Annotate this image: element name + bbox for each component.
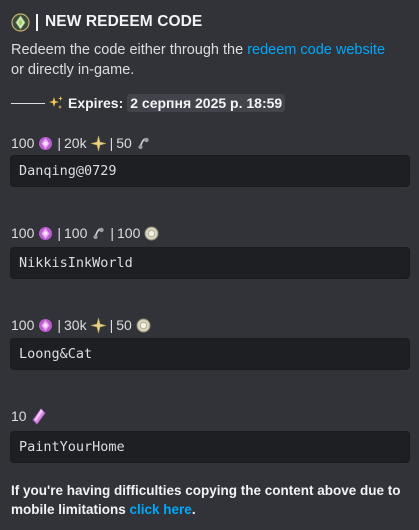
diamond-icon: [37, 225, 54, 242]
reward-amount: 100: [64, 225, 88, 241]
code-block[interactable]: Loong&Cat: [10, 338, 410, 370]
footer-period: .: [191, 502, 196, 517]
code-block[interactable]: PaintYourHome: [10, 431, 410, 463]
reward-row: 100 | 30k | 50: [11, 315, 152, 335]
thread-icon: [90, 225, 107, 242]
title-row: NEW REDEEM CODE: [11, 11, 202, 33]
expires-label: Expires:: [68, 95, 124, 111]
reward-amount: 30k: [64, 317, 87, 333]
description-text: Redeem the code either through the: [11, 42, 248, 58]
footer-note: If you're having difficulties copying th…: [11, 481, 406, 519]
page-title: NEW REDEEM CODE: [45, 13, 203, 30]
reward-amount: 20k: [64, 135, 87, 151]
gem-badge-icon: [11, 12, 30, 32]
reward-row: 100 | 100 | 100: [11, 223, 160, 243]
reward-amount: 50: [116, 317, 132, 333]
footer-text: If you're having difficulties copying th…: [11, 483, 401, 517]
click-here-link[interactable]: click here: [130, 502, 192, 517]
star-icon: [90, 135, 107, 152]
crystal-icon: [30, 407, 47, 425]
title-divider: [36, 13, 38, 31]
separator: |: [57, 317, 61, 333]
separator: |: [109, 317, 114, 333]
expires-timestamp[interactable]: 2 серпня 2025 р. 18:59: [127, 94, 286, 112]
reward-amount: 100: [11, 225, 35, 241]
separator: |: [109, 135, 114, 151]
diamond-icon: [37, 317, 54, 334]
separator: |: [110, 225, 114, 241]
reward-row: 100 | 20k | 50: [11, 133, 152, 153]
expires-row: Expires: 2 серпня 2025 р. 18:59: [11, 93, 286, 113]
reward-amount: 10: [11, 408, 27, 424]
reward-row: 10: [11, 406, 47, 426]
separator: |: [57, 225, 61, 241]
sparkles-icon: [48, 95, 64, 111]
orb-icon: [135, 317, 152, 334]
reward-amount: 100: [11, 135, 35, 151]
thread-icon: [135, 135, 152, 152]
code-block[interactable]: NikkisInkWorld: [10, 247, 410, 279]
separator: |: [57, 135, 61, 151]
description: Redeem the code either through the redee…: [11, 40, 401, 80]
message-card: NEW REDEEM CODE Redeem the code either t…: [0, 0, 419, 530]
description-text-end: or directly in-game.: [11, 62, 135, 78]
reward-amount: 100: [117, 225, 141, 241]
code-block[interactable]: Danqing@0729: [10, 155, 410, 187]
reward-amount: 50: [116, 135, 132, 151]
star-icon: [90, 317, 107, 334]
diamond-icon: [37, 135, 54, 152]
reward-amount: 100: [11, 317, 35, 333]
divider-line: [11, 102, 45, 104]
orb-icon: [143, 225, 160, 242]
redeem-website-link[interactable]: redeem code website: [247, 42, 385, 58]
